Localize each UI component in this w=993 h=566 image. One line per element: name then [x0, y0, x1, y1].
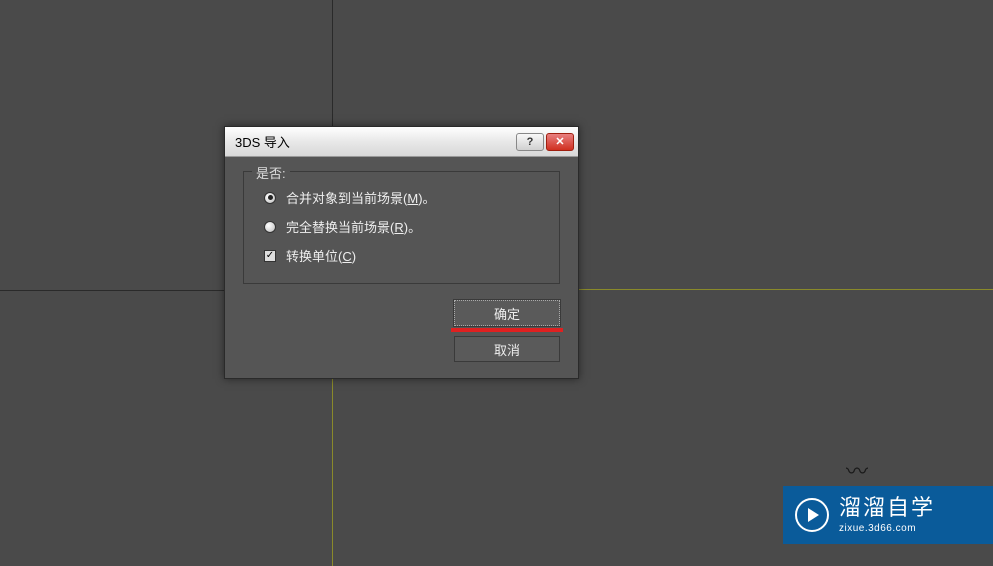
- watermark-title: 溜溜自学: [839, 495, 935, 521]
- dialog-body: 是否: 合并对象到当前场景(M)。 完全替换当前场景(R)。 ✓ 转换单位(C): [225, 157, 578, 378]
- help-icon: ?: [527, 136, 534, 148]
- ok-button[interactable]: 确定: [454, 300, 560, 326]
- fieldset-legend: 是否:: [252, 163, 290, 182]
- dialog-buttons: 确定 取消: [243, 300, 560, 362]
- check-icon: ✓: [266, 251, 274, 261]
- watermark-subtitle: zixue.3d66.com: [839, 523, 935, 535]
- cancel-button[interactable]: 取消: [454, 336, 560, 362]
- annotation-highlight: [451, 328, 563, 332]
- close-button[interactable]: ✕: [546, 133, 574, 151]
- play-icon: [795, 498, 829, 532]
- watermark-banner: 溜溜自学 zixue.3d66.com: [783, 486, 993, 544]
- close-icon: ✕: [555, 135, 564, 148]
- option-merge-label: 合并对象到当前场景(M)。: [286, 188, 436, 207]
- radio-selected-icon: [268, 195, 273, 200]
- option-convert-units[interactable]: ✓ 转换单位(C): [264, 246, 539, 265]
- option-convert-label: 转换单位(C): [286, 246, 356, 265]
- option-merge[interactable]: 合并对象到当前场景(M)。: [264, 188, 539, 207]
- radio-merge[interactable]: [264, 192, 276, 204]
- checkbox-convert[interactable]: ✓: [264, 250, 276, 262]
- dialog-titlebar[interactable]: 3DS 导入 ? ✕: [225, 127, 578, 157]
- help-button[interactable]: ?: [516, 133, 544, 151]
- dialog-title: 3DS 导入: [235, 132, 514, 151]
- options-fieldset: 是否: 合并对象到当前场景(M)。 完全替换当前场景(R)。 ✓ 转换单位(C): [243, 171, 560, 284]
- option-replace-label: 完全替换当前场景(R)。: [286, 217, 421, 236]
- decorative-wave: 〰: [846, 454, 865, 486]
- import-3ds-dialog: 3DS 导入 ? ✕ 是否: 合并对象到当前场景(M)。 完全替换当前场景(R)…: [224, 126, 579, 379]
- radio-replace[interactable]: [264, 221, 276, 233]
- option-replace[interactable]: 完全替换当前场景(R)。: [264, 217, 539, 236]
